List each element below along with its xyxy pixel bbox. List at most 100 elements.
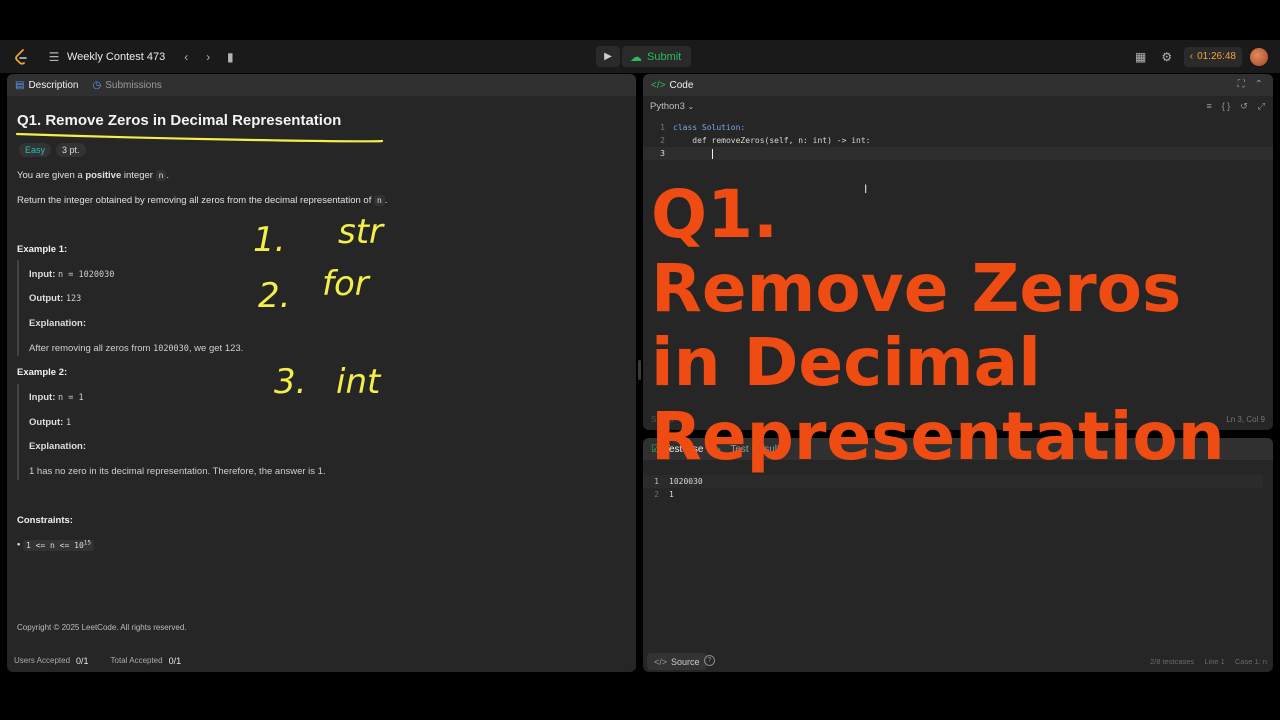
points-badge: 3 pt. (56, 143, 86, 157)
user-avatar[interactable] (1250, 47, 1268, 66)
saved-status: Saved (651, 415, 674, 424)
settings-gear-icon[interactable]: ⚙ (1158, 50, 1176, 64)
return-text: Return the integer obtained by removing … (17, 195, 374, 206)
tab-submissions[interactable]: ◷ Submissions (92, 80, 161, 91)
explanation-text-2: , we get 123. (188, 343, 244, 354)
layout-icon[interactable]: ▦ (1132, 50, 1150, 64)
tab-test-result[interactable]: ›_ Test Result (717, 444, 779, 455)
history-icon: ◷ (92, 79, 102, 91)
line-number: 2 (660, 136, 665, 145)
code-text: class Solution: (673, 123, 746, 132)
line-number: 1 (654, 477, 659, 486)
language-label: Python3 (650, 100, 685, 112)
contest-title[interactable]: Weekly Contest 473 (67, 51, 165, 63)
example-1-bar (17, 260, 19, 356)
example-2-bar (17, 384, 19, 480)
reset-icon[interactable]: ↺ (1240, 101, 1248, 112)
output-label: Output: (29, 293, 64, 304)
maximize-icon[interactable]: ⛶ (1238, 79, 1245, 90)
tab-code-label: Code (669, 79, 694, 91)
tab-testcase-label: Testcase (663, 443, 704, 455)
input-label: Input: (29, 269, 56, 280)
testcase-text: 1020030 (669, 477, 703, 486)
testcase-tabs: ☑ Testcase ›_ Test Result (643, 438, 1273, 460)
help-icon[interactable]: ? (704, 655, 715, 666)
text-cursor-icon: I (864, 182, 868, 196)
testcase-line: 1 1020030 (643, 475, 1263, 488)
statement-text-2: integer (121, 170, 156, 181)
example-2-output: Output: 1 (29, 417, 71, 428)
bullet: • (17, 539, 21, 551)
format-icon[interactable]: ≡ (1206, 101, 1211, 112)
testcase-editor[interactable]: 1 1020030 2 1 (643, 475, 1263, 501)
cursor-position: Ln 3, Col 9 (1226, 415, 1265, 424)
total-accepted-value: 0/1 (168, 656, 182, 666)
braces-icon[interactable]: { } (1222, 101, 1231, 112)
testcase-panel: ☑ Testcase ›_ Test Result 1 1020030 2 1 … (643, 438, 1273, 672)
users-accepted-label: Users Accepted (14, 656, 71, 665)
acceptance-stats: Users Accepted 0/1 Total Accepted 0/1 (14, 656, 203, 666)
leetcode-logo-icon[interactable] (14, 48, 28, 65)
code-brackets-icon: </> (654, 656, 668, 667)
output-label-2: Output: (29, 417, 64, 428)
input-value-2: n = 1 (58, 393, 84, 403)
code-line: 2 def removeZeros(self, n: int) -> int: (643, 134, 1273, 147)
code-editor[interactable]: 1 class Solution: 2 def removeZeros(self… (643, 121, 1273, 160)
cloud-upload-icon: ☁ (630, 49, 642, 64)
code-line-current: 3 (643, 147, 1273, 160)
input-label-2: Input: (29, 392, 56, 403)
contest-timer[interactable]: ‹ 01:26:48 (1183, 46, 1242, 67)
input-value: n = 1020030 (58, 270, 115, 280)
statement-text: You are given a (17, 170, 86, 181)
line-number: 2 (654, 490, 659, 499)
text-caret (711, 148, 713, 159)
users-accepted-value: 0/1 (76, 656, 89, 666)
tab-description-label: Description (28, 79, 79, 91)
example-1-explanation: After removing all zeros from 1020030, w… (29, 343, 243, 354)
code-toolbar: Python3 ⌄ ≡ { } ↺ ⤢ (643, 96, 1273, 116)
code-brackets-icon: </> (651, 79, 666, 91)
fullscreen-icon[interactable]: ⤢ (1258, 101, 1265, 112)
testcase-line-pos: Line 1 (1204, 657, 1225, 666)
testcase-line: 2 1 (643, 488, 1263, 501)
total-accepted-label: Total Accepted (110, 656, 163, 665)
panel-resize-handle[interactable] (638, 360, 641, 380)
run-button[interactable]: ▶ (596, 46, 620, 67)
chevron-down-icon: ⌄ (687, 101, 695, 111)
statement-var: n (155, 170, 167, 181)
ranking-chart-icon[interactable]: ▮ (221, 50, 239, 64)
constraints-heading: Constraints: (17, 515, 73, 526)
return-var: n (373, 195, 385, 206)
example-1-heading: Example 1: (17, 244, 68, 255)
testcase-text: 1 (669, 490, 674, 499)
problem-tags: Easy 3 pt. (19, 143, 91, 157)
tab-test-result-label: Test Result (730, 443, 780, 455)
prev-problem-icon[interactable]: ‹ (177, 50, 195, 64)
source-button[interactable]: </> Source (647, 653, 707, 670)
problem-list-icon[interactable]: ☰ (45, 50, 63, 64)
tab-testcase[interactable]: ☑ Testcase (651, 444, 703, 455)
problem-title[interactable]: Q1. Remove Zeros in Decimal Representati… (17, 112, 341, 129)
submit-label: Submit (647, 50, 682, 63)
explanation-text: After removing all zeros from (29, 343, 154, 354)
line-number: 3 (660, 149, 665, 158)
constraint-exp: 15 (83, 539, 91, 546)
example-2-heading: Example 2: (17, 367, 68, 378)
copyright: Copyright © 2025 LeetCode. All rights re… (17, 623, 187, 632)
collapse-icon[interactable]: ⌃ (1255, 79, 1263, 90)
example-1-input: Input: n = 1020030 (29, 269, 114, 280)
testcase-count: 2/8 testcases (1150, 657, 1195, 666)
tab-description[interactable]: ▤ Description (15, 80, 78, 91)
language-select[interactable]: Python3 ⌄ (650, 101, 694, 112)
top-bar-right: ▦ ⚙ ‹ 01:26:48 (1124, 40, 1268, 73)
next-problem-icon[interactable]: › (199, 50, 217, 64)
testcase-status: 2/8 testcases Line 1 Case 1: n (1142, 657, 1267, 666)
statement-end: . (166, 170, 170, 181)
tab-code[interactable]: </> Code (651, 80, 693, 91)
source-label: Source (671, 656, 700, 667)
code-panel: </> Code ⛶ ⌃ Python3 ⌄ ≡ { } ↺ ⤢ 1 class… (643, 74, 1273, 430)
constraint-item: • 1 <= n <= 1015 (17, 539, 94, 551)
document-icon: ▤ (15, 79, 25, 91)
submit-button[interactable]: ☁ Submit (622, 46, 692, 67)
